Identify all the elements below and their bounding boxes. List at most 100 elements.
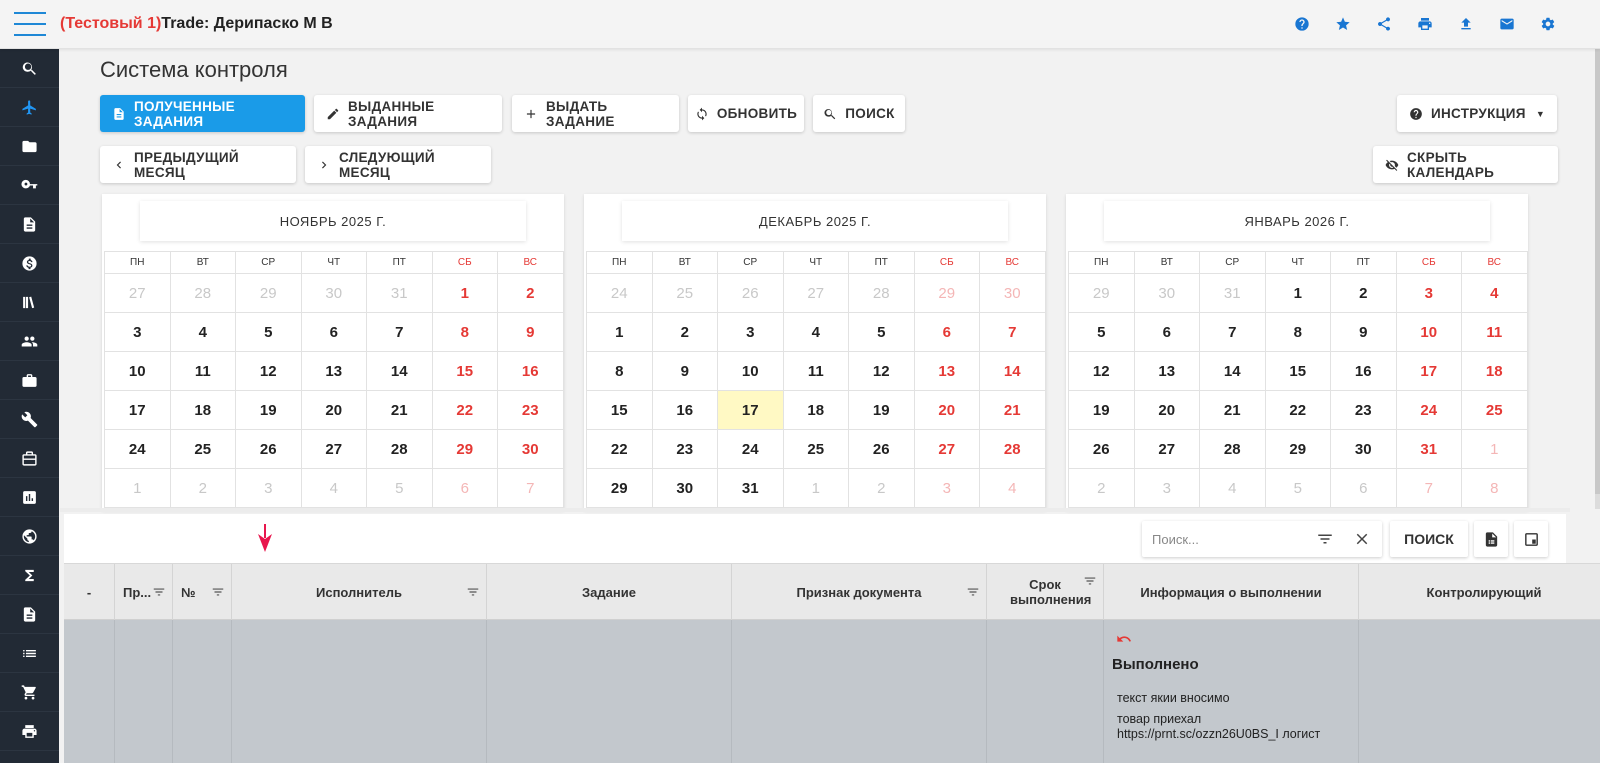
calendar-day[interactable]: 26 [848, 429, 915, 469]
calendar-day[interactable]: 23 [1330, 390, 1397, 430]
sidebar-item-print[interactable] [0, 712, 59, 751]
calendar-day[interactable]: 6 [431, 468, 498, 508]
table-row[interactable]: Выполнено текст якии вносимо товар приех… [64, 620, 1600, 763]
received-tasks-button[interactable]: ПОЛУЧЕННЫЕ ЗАДАНИЯ [100, 95, 305, 132]
calendar-day[interactable]: 25 [651, 273, 718, 313]
calendar-day[interactable]: 26 [235, 429, 302, 469]
calendar-day[interactable]: 5 [848, 312, 915, 352]
calendar-day[interactable]: 1 [1461, 429, 1528, 469]
calendar-day[interactable]: 17 [1395, 351, 1462, 391]
calendar-day[interactable]: 30 [1330, 429, 1397, 469]
calendar-day[interactable]: 14 [979, 351, 1046, 391]
sidebar-item-folder[interactable] [0, 127, 59, 166]
calendar-day[interactable]: 23 [651, 429, 718, 469]
calendar-day[interactable]: 11 [1461, 312, 1528, 352]
calendar-day[interactable]: 15 [586, 390, 653, 430]
calendar-day[interactable]: 10 [1395, 312, 1462, 352]
calendar-day[interactable]: 4 [169, 312, 236, 352]
calendar-day[interactable]: 7 [1395, 468, 1462, 508]
sidebar-item-search[interactable] [0, 49, 59, 88]
calendar-day[interactable]: 3 [104, 312, 171, 352]
calendar-day[interactable]: 3 [1133, 468, 1200, 508]
calendar-day[interactable]: 28 [848, 273, 915, 313]
next-month-button[interactable]: СЛЕДУЮЩИЙ МЕСЯЦ [305, 146, 491, 183]
column-header[interactable]: Признак документа [732, 564, 987, 620]
calendar-day[interactable]: 31 [1199, 273, 1266, 313]
calendar-day[interactable]: 18 [1461, 351, 1528, 391]
calendar-day[interactable]: 31 [366, 273, 433, 313]
calendar-day[interactable]: 20 [913, 390, 980, 430]
sidebar-item-key[interactable] [0, 166, 59, 205]
calendar-day[interactable]: 1 [1264, 273, 1331, 313]
export-excel-button[interactable] [1474, 521, 1508, 557]
sidebar-item-file[interactable] [0, 595, 59, 634]
layout-button[interactable] [1514, 521, 1548, 557]
share-icon[interactable] [1374, 14, 1394, 34]
calendar-day[interactable]: 29 [1068, 273, 1135, 313]
calendar-day[interactable]: 4 [300, 468, 367, 508]
calendar-day[interactable]: 5 [366, 468, 433, 508]
calendar-day[interactable]: 29 [586, 468, 653, 508]
calendar-day[interactable]: 24 [586, 273, 653, 313]
column-header[interactable]: Пр... [115, 564, 173, 620]
scrollbar-thumb[interactable] [1595, 49, 1600, 494]
calendar-day[interactable]: 4 [1461, 273, 1528, 313]
menu-toggle-icon[interactable] [14, 12, 46, 38]
mail-icon[interactable] [1497, 14, 1517, 34]
calendar-day[interactable]: 16 [651, 390, 718, 430]
calendar-day[interactable]: 26 [1068, 429, 1135, 469]
calendar-day[interactable]: 3 [913, 468, 980, 508]
calendar-day[interactable]: 12 [1068, 351, 1135, 391]
calendar-day[interactable]: 30 [497, 429, 564, 469]
calendar-day[interactable]: 17 [717, 390, 784, 430]
calendar-day[interactable]: 7 [979, 312, 1046, 352]
calendar-day[interactable]: 8 [1264, 312, 1331, 352]
calendar-day[interactable]: 21 [1199, 390, 1266, 430]
sidebar-item-sigma[interactable] [0, 556, 59, 595]
calendar-day[interactable]: 2 [497, 273, 564, 313]
calendar-day[interactable]: 28 [169, 273, 236, 313]
calendar-day[interactable]: 25 [1461, 390, 1528, 430]
print-icon[interactable] [1415, 14, 1435, 34]
sidebar-item-airplane[interactable] [0, 88, 59, 127]
calendar-day[interactable]: 15 [1264, 351, 1331, 391]
calendar-day[interactable]: 2 [1068, 468, 1135, 508]
sidebar-item-cart[interactable] [0, 673, 59, 712]
calendar-day[interactable]: 1 [782, 468, 849, 508]
sidebar-item-wrench[interactable] [0, 400, 59, 439]
calendar-day[interactable]: 28 [1199, 429, 1266, 469]
search-button[interactable]: ПОИСК [813, 95, 905, 132]
calendar-day[interactable]: 4 [782, 312, 849, 352]
filter-icon[interactable] [1316, 530, 1334, 548]
issue-task-button[interactable]: ВЫДАТЬ ЗАДАНИЕ [512, 95, 679, 132]
sidebar-item-briefcase[interactable] [0, 361, 59, 400]
clear-icon[interactable] [1353, 530, 1371, 548]
calendar-day[interactable]: 27 [104, 273, 171, 313]
calendar-day[interactable]: 8 [1461, 468, 1528, 508]
calendar-day[interactable]: 5 [235, 312, 302, 352]
calendar-day[interactable]: 5 [1264, 468, 1331, 508]
calendar-day[interactable]: 11 [782, 351, 849, 391]
calendar-day[interactable]: 6 [300, 312, 367, 352]
filter-icon[interactable] [1083, 574, 1097, 588]
sidebar-item-dollar[interactable] [0, 244, 59, 283]
calendar-day[interactable]: 24 [1395, 390, 1462, 430]
calendar-day[interactable]: 6 [1330, 468, 1397, 508]
calendar-day[interactable]: 13 [300, 351, 367, 391]
calendar-day[interactable]: 10 [104, 351, 171, 391]
calendar-day[interactable]: 29 [235, 273, 302, 313]
calendar-day[interactable]: 18 [169, 390, 236, 430]
calendar-day[interactable]: 4 [979, 468, 1046, 508]
calendar-day[interactable]: 20 [1133, 390, 1200, 430]
settings-icon[interactable] [1538, 14, 1558, 34]
calendar-day[interactable]: 6 [1133, 312, 1200, 352]
calendar-day[interactable]: 30 [979, 273, 1046, 313]
column-header[interactable]: - [64, 564, 115, 620]
prev-month-button[interactable]: ПРЕДЫДУЩИЙ МЕСЯЦ [100, 146, 296, 183]
grid-search-button[interactable]: ПОИСК [1390, 521, 1468, 557]
calendar-day[interactable]: 7 [1199, 312, 1266, 352]
column-header[interactable]: № [173, 564, 232, 620]
column-header[interactable]: Информация о выполнении [1104, 564, 1359, 620]
calendar-day[interactable]: 3 [235, 468, 302, 508]
calendar-day[interactable]: 24 [717, 429, 784, 469]
